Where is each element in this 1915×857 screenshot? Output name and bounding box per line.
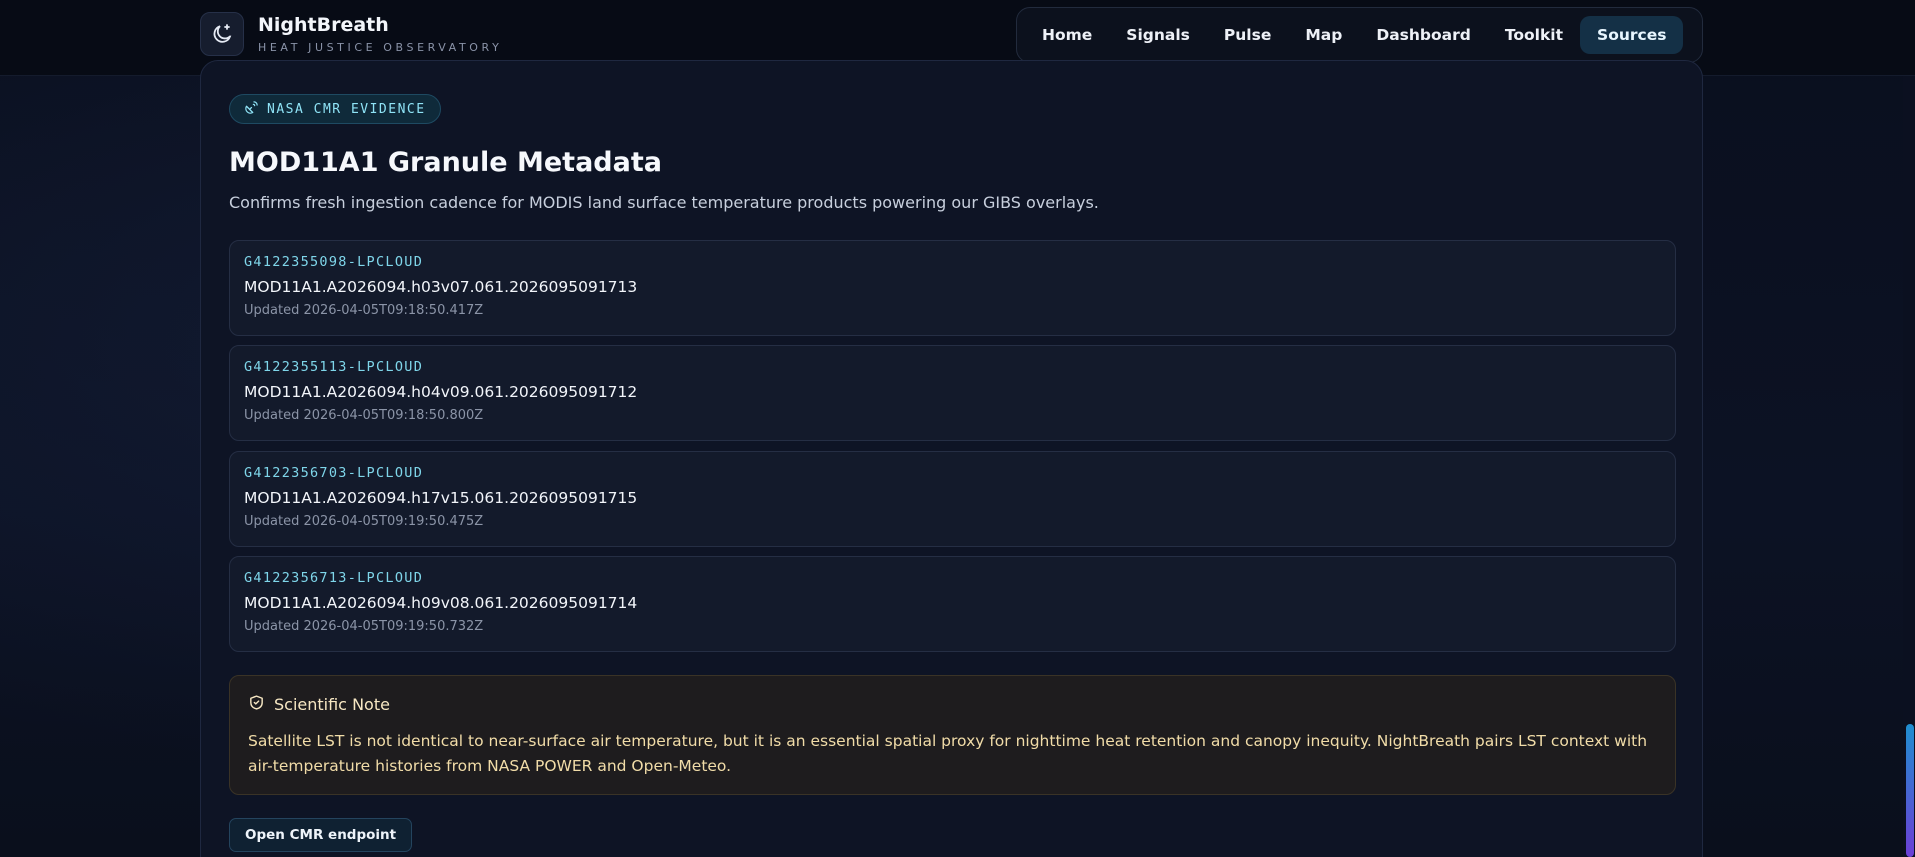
section-badge: NASA CMR EVIDENCE	[229, 94, 441, 124]
nav-home[interactable]: Home	[1025, 16, 1109, 54]
brand[interactable]: NightBreath HEAT JUSTICE OBSERVATORY	[200, 12, 502, 56]
granule-id: G4122355113-LPCLOUD	[244, 359, 424, 375]
note-title: Scientific Note	[274, 695, 390, 714]
moon-plus-icon	[200, 12, 244, 56]
nav-map[interactable]: Map	[1288, 16, 1359, 54]
granule-updated: Updated 2026-04-05T09:19:50.475Z	[244, 514, 484, 529]
nav-pulse[interactable]: Pulse	[1207, 16, 1288, 54]
granule-id: G4122356703-LPCLOUD	[244, 465, 424, 481]
shield-check-icon	[248, 694, 265, 715]
nav-toolkit[interactable]: Toolkit	[1488, 16, 1580, 54]
scrollbar-thumb[interactable]	[1906, 724, 1914, 857]
nav-dashboard[interactable]: Dashboard	[1359, 16, 1488, 54]
page-scrollbar[interactable]	[1903, 76, 1915, 857]
note-body: Satellite LST is not identical to near-s…	[248, 732, 1648, 775]
card-title: MOD11A1 Granule Metadata	[229, 147, 662, 178]
granule-updated: Updated 2026-04-05T09:18:50.800Z	[244, 408, 484, 423]
brand-tagline: HEAT JUSTICE OBSERVATORY	[258, 41, 503, 54]
card-subtitle: Confirms fresh ingestion cadence for MOD…	[229, 193, 1099, 212]
granule-name: MOD11A1.A2026094.h04v09.061.202609509171…	[244, 383, 638, 401]
granule-item: G4122355098-LPCLOUD MOD11A1.A2026094.h03…	[229, 240, 1676, 336]
main-nav: Home Signals Pulse Map Dashboard Toolkit…	[1016, 7, 1703, 63]
badge-label: NASA CMR EVIDENCE	[267, 101, 426, 117]
granule-item: G4122355113-LPCLOUD MOD11A1.A2026094.h04…	[229, 345, 1676, 441]
granule-id: G4122355098-LPCLOUD	[244, 254, 424, 270]
granule-updated: Updated 2026-04-05T09:18:50.417Z	[244, 303, 484, 318]
satellite-icon	[244, 100, 259, 119]
granule-name: MOD11A1.A2026094.h09v08.061.202609509171…	[244, 594, 638, 612]
brand-name: NightBreath	[258, 14, 389, 36]
scientific-note: Scientific Note Satellite LST is not ide…	[229, 675, 1676, 795]
nav-signals[interactable]: Signals	[1109, 16, 1207, 54]
open-cmr-endpoint-button[interactable]: Open CMR endpoint	[229, 818, 413, 852]
granule-item: G4122356713-LPCLOUD MOD11A1.A2026094.h09…	[229, 556, 1676, 652]
granule-name: MOD11A1.A2026094.h03v07.061.202609509171…	[244, 278, 638, 296]
granule-id: G4122356713-LPCLOUD	[244, 570, 424, 586]
cmr-evidence-card: NASA CMR EVIDENCE MOD11A1 Granule Metada…	[200, 60, 1703, 857]
granule-name: MOD11A1.A2026094.h17v15.061.202609509171…	[244, 489, 638, 507]
granule-updated: Updated 2026-04-05T09:19:50.732Z	[244, 619, 484, 634]
nav-sources[interactable]: Sources	[1580, 16, 1684, 54]
granule-item: G4122356703-LPCLOUD MOD11A1.A2026094.h17…	[229, 451, 1676, 547]
